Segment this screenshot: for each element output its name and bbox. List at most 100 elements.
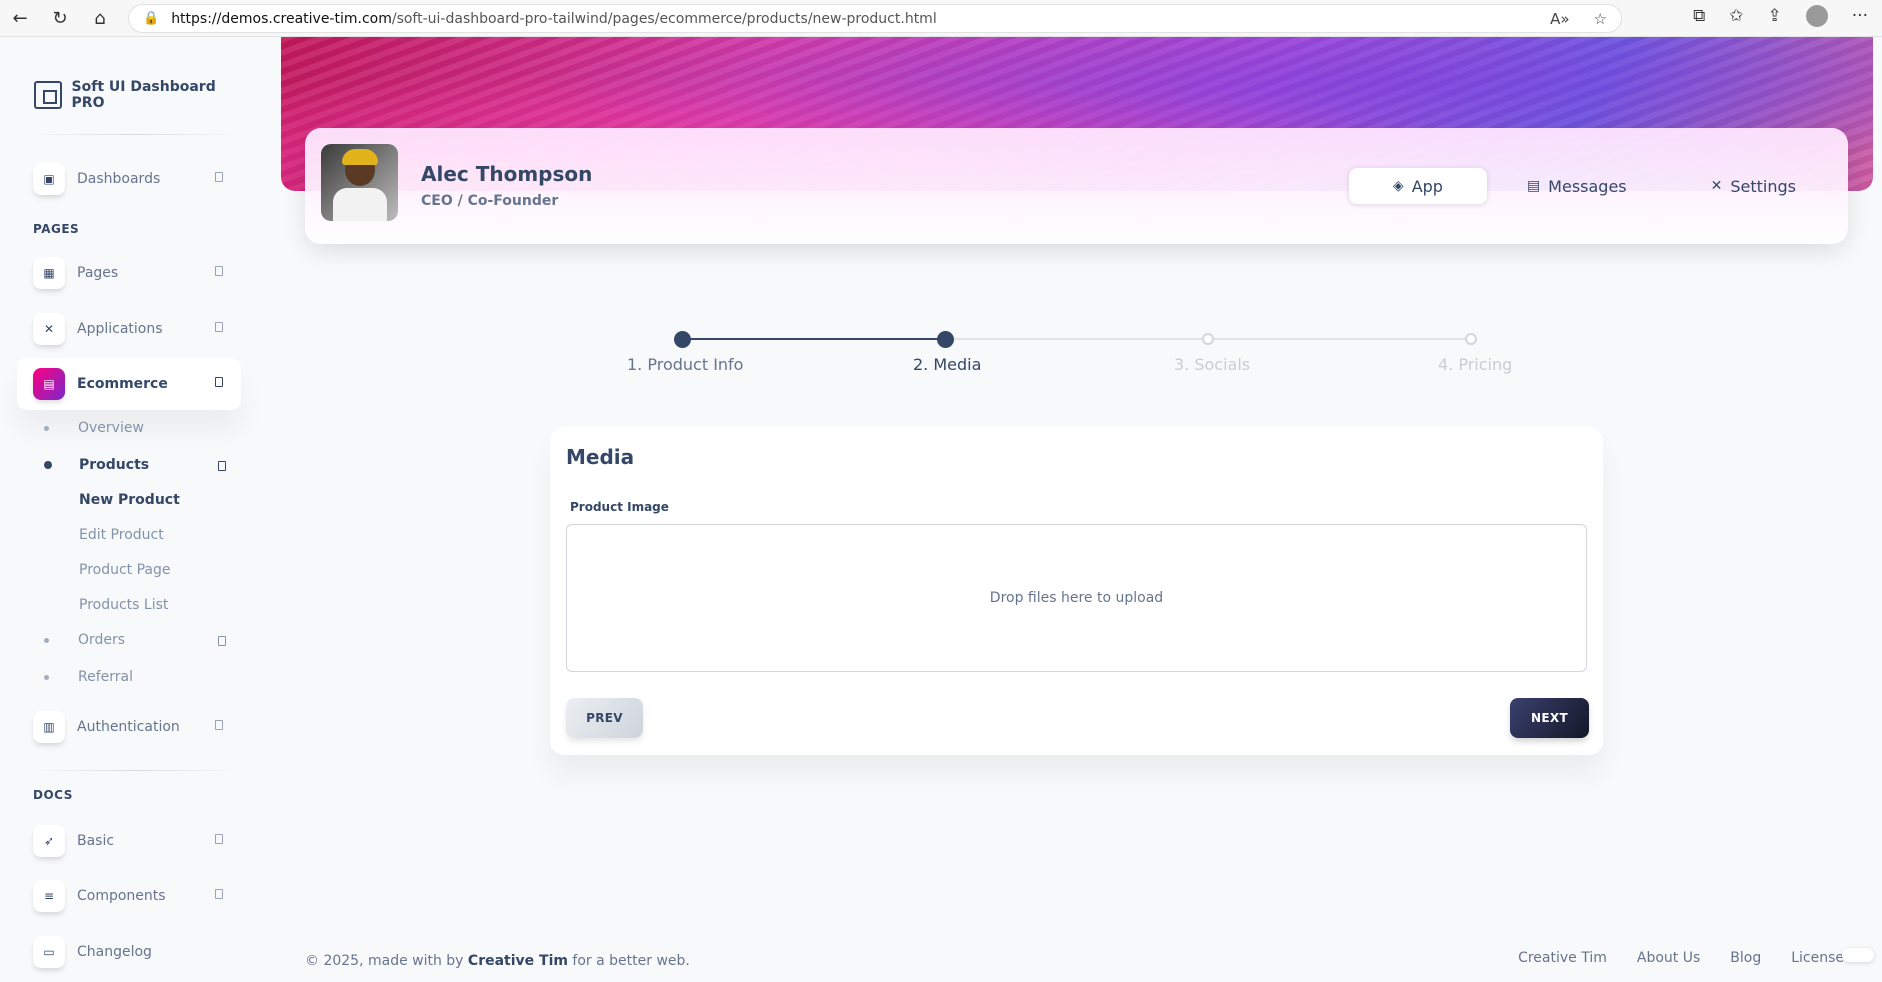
step-3-indicator[interactable] (1202, 333, 1214, 345)
sidebar-link-products-list[interactable]: Products List (79, 597, 168, 613)
chevron-down-icon (215, 889, 223, 899)
prev-button[interactable]: PREV (566, 698, 643, 738)
sidebar-subitem-label: Orders (78, 632, 126, 648)
tab-messages[interactable]: ▤ Messages (1503, 168, 1651, 204)
sidebar-subitem-orders[interactable]: Orders (44, 632, 226, 648)
url-host: https://demos.creative-tim.com (171, 10, 392, 27)
sidebar-subitem-referral[interactable]: Referral (44, 669, 133, 685)
brand-logo-icon (34, 81, 62, 109)
components-icon: ≡ (33, 880, 65, 912)
sidebar-link-product-page[interactable]: Product Page (79, 562, 171, 578)
copyright-prefix: © 2025, made with by (305, 953, 468, 969)
footer-link-blog[interactable]: Blog (1730, 950, 1761, 966)
sidebar-subitem-products[interactable]: Products (44, 457, 226, 473)
sidebar-item-label: Dashboards (77, 171, 161, 187)
tab-label: Messages (1548, 176, 1627, 196)
chevron-down-icon (215, 720, 223, 730)
step-2-label[interactable]: 2. Media (913, 355, 981, 374)
product-image-dropzone[interactable]: Drop files here to upload (566, 524, 1587, 672)
browser-profile-icon[interactable] (1805, 5, 1828, 27)
step-line (1209, 338, 1472, 340)
document-icon: ▥ (33, 711, 65, 743)
multistep-progress: 1. Product Info 2. Media 3. Socials 4. P… (620, 328, 1630, 378)
divider (28, 770, 240, 771)
footer-link-about-us[interactable]: About Us (1637, 950, 1700, 966)
sidebar-item-label: Applications (77, 321, 163, 337)
basket-icon: ▤ (33, 368, 65, 400)
sidebar-item-label: Components (77, 888, 166, 904)
profile-name: Alec Thompson (421, 162, 593, 186)
divider (28, 134, 240, 135)
sidebar-item-dashboards[interactable]: ▣ Dashboards (17, 153, 241, 205)
address-bar[interactable]: 🔒 https://demos.creative-tim.com/soft-ui… (128, 4, 1622, 33)
office-icon: ▦ (33, 257, 65, 289)
step-4-label[interactable]: 4. Pricing (1438, 355, 1512, 374)
document-icon: ▤ (1526, 178, 1541, 194)
lock-icon: 🔒 (143, 11, 160, 26)
extensions-icon[interactable]: ⧉ (1693, 6, 1705, 26)
chevron-down-icon (215, 322, 223, 332)
footer-link-creative-tim[interactable]: Creative Tim (1518, 950, 1607, 966)
refresh-icon[interactable]: ↻ (40, 0, 80, 37)
bullet-icon (44, 674, 49, 680)
chevron-down-icon (215, 172, 223, 182)
floating-toggle[interactable] (1842, 948, 1874, 962)
step-2-indicator[interactable] (937, 331, 954, 348)
home-icon[interactable]: ⌂ (80, 0, 120, 37)
tab-settings[interactable]: ✕ Settings (1687, 168, 1820, 204)
dropzone-text: Drop files here to upload (989, 590, 1164, 606)
sidebar-link-edit-product[interactable]: Edit Product (79, 527, 164, 543)
footer-links: Creative Tim About Us Blog License (1518, 950, 1844, 966)
sidebar-item-authentication[interactable]: ▥ Authentication (17, 701, 241, 753)
sidebar-item-changelog[interactable]: ▭ Changelog (17, 926, 241, 978)
favorites-icon[interactable]: ✩ (1729, 6, 1743, 26)
step-line (945, 338, 1209, 340)
tab-label: App (1411, 176, 1443, 196)
sidebar-item-label: Pages (77, 265, 119, 281)
chevron-down-icon (215, 266, 223, 276)
step-progress-line (682, 338, 945, 340)
favorite-star-icon[interactable]: ☆ (1594, 10, 1607, 28)
section-title-docs: DOCS (33, 788, 73, 802)
sidebar-item-applications[interactable]: ✕ Applications (17, 303, 241, 355)
sidebar-subitem-label: Overview (78, 420, 144, 436)
copyright-suffix: for a better web. (567, 953, 690, 969)
sidebar-subitem-overview[interactable]: Overview (44, 420, 144, 436)
profile-tabs: ◈ App ▤ Messages ✕ Settings (1348, 168, 1820, 204)
sidebar-item-ecommerce[interactable]: ▤ Ecommerce (17, 358, 241, 410)
sidebar-item-basic[interactable]: ➶ Basic (17, 815, 241, 867)
sidebar-subitem-label: Referral (78, 669, 133, 685)
browser-toolbar: ← ↻ ⌂ 🔒 https://demos.creative-tim.com/s… (0, 0, 1882, 37)
chevron-down-icon (215, 834, 223, 844)
back-icon[interactable]: ← (0, 0, 40, 37)
read-aloud-icon[interactable]: A» (1550, 10, 1569, 28)
tools-icon: ✕ (33, 313, 65, 345)
step-4-indicator[interactable] (1465, 333, 1477, 345)
sidebar-link-new-product[interactable]: New Product (79, 492, 180, 508)
sidebar-item-components[interactable]: ≡ Components (17, 870, 241, 922)
step-3-label[interactable]: 3. Socials (1174, 355, 1250, 374)
step-1-indicator[interactable] (674, 331, 691, 348)
sidebar-item-label: Changelog (77, 944, 152, 960)
settings-icon: ✕ (1710, 178, 1723, 194)
profile-role: CEO / Co-Founder (421, 193, 559, 209)
more-menu-icon[interactable]: ··· (1852, 6, 1868, 26)
bullet-icon (44, 461, 52, 469)
shop-icon: ▣ (33, 163, 65, 195)
credit-card-icon: ▭ (33, 936, 65, 968)
sidebar-item-pages[interactable]: ▦ Pages (17, 247, 241, 299)
chevron-up-icon (215, 377, 223, 387)
share-icon[interactable]: ⇪ (1768, 6, 1782, 26)
product-image-label: Product Image (570, 500, 669, 514)
sidebar-item-label: Basic (77, 833, 115, 849)
brand-name: Soft UI Dashboard PRO (71, 79, 216, 111)
step-1-label[interactable]: 1. Product Info (627, 355, 743, 374)
next-button[interactable]: NEXT (1510, 698, 1589, 738)
bullet-icon (44, 425, 49, 431)
footer-link-license[interactable]: License (1791, 950, 1844, 966)
creative-tim-link[interactable]: Creative Tim (468, 953, 568, 969)
bullet-icon (44, 637, 49, 643)
tab-app[interactable]: ◈ App (1348, 168, 1487, 204)
cube-icon: ◈ (1392, 178, 1404, 194)
brand[interactable]: Soft UI Dashboard PRO (34, 79, 250, 111)
